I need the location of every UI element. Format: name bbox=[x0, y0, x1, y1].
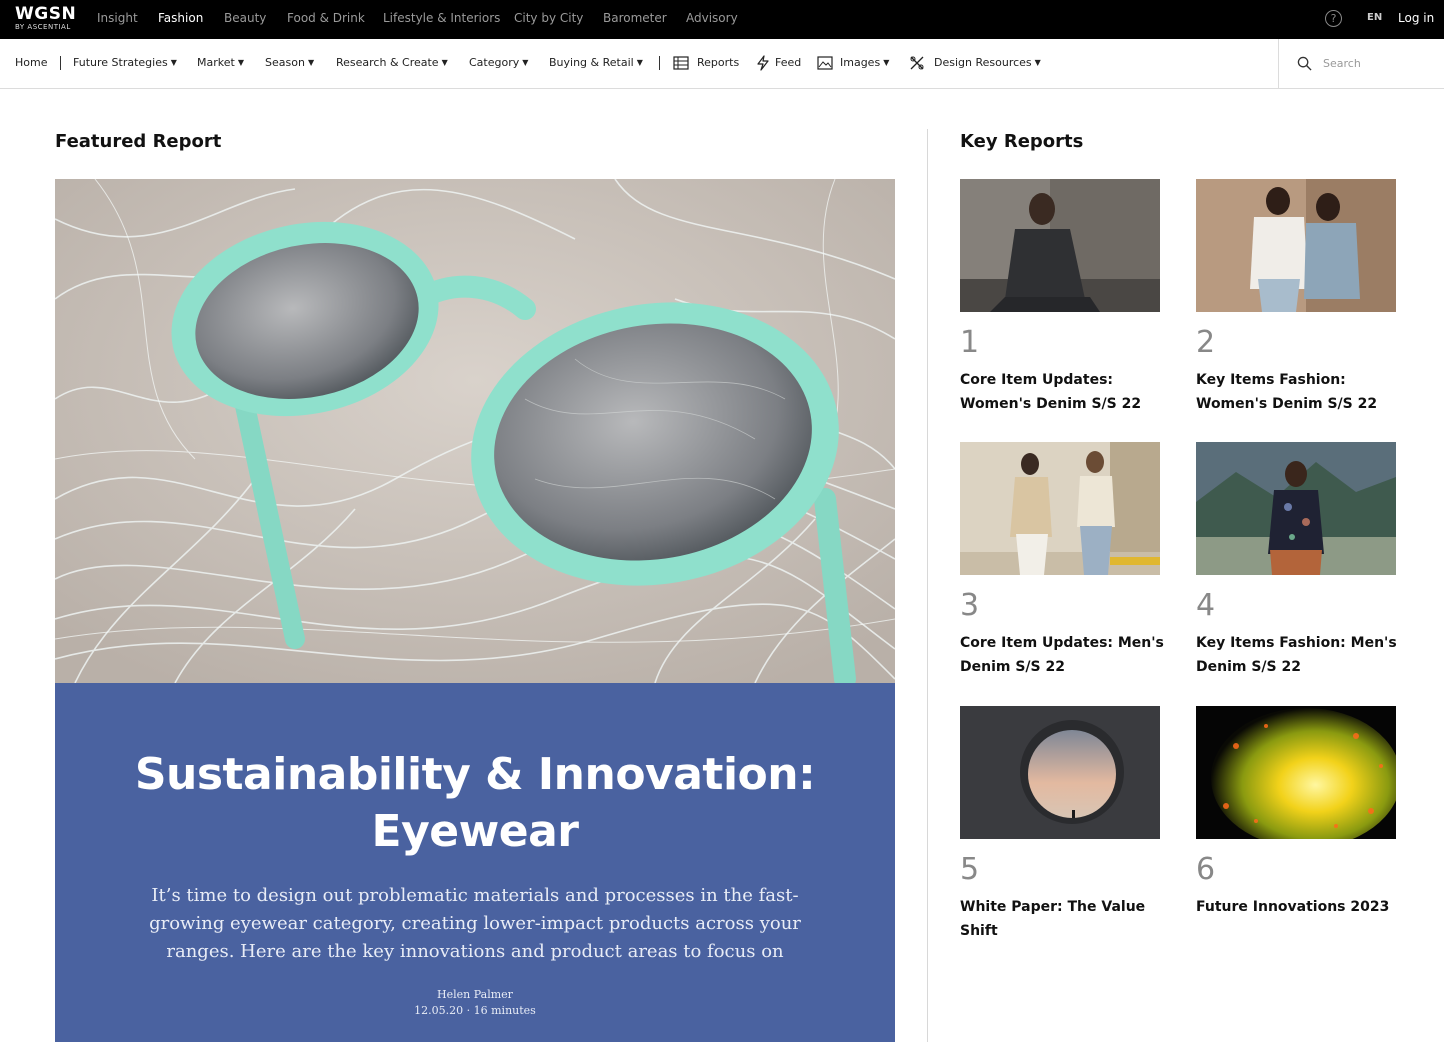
caret-down-icon: ▼ bbox=[883, 58, 890, 67]
login-link[interactable]: Log in bbox=[1398, 11, 1434, 25]
help-icon[interactable]: ? bbox=[1325, 10, 1342, 27]
key-report-card[interactable]: 2 Key Items Fashion: Women's Denim S/S 2… bbox=[1196, 179, 1396, 419]
key-report-thumbnail[interactable] bbox=[960, 706, 1160, 839]
subnav-feed[interactable]: Feed bbox=[775, 56, 801, 69]
featured-report-image[interactable] bbox=[55, 179, 895, 683]
design-tools-icon bbox=[910, 56, 924, 70]
key-report-rank: 3 bbox=[960, 588, 980, 623]
search-box bbox=[1278, 39, 1444, 88]
key-report-rank: 1 bbox=[960, 325, 980, 360]
wgsn-logo[interactable]: WGSN BY ASCENTIAL bbox=[15, 4, 85, 34]
featured-report-description: It’s time to design out problematic mate… bbox=[149, 885, 801, 962]
featured-report-panel[interactable]: Sustainability & Innovation: Eyewear It’… bbox=[55, 683, 895, 1042]
key-report-title[interactable]: White Paper: The Value Shift bbox=[960, 895, 1170, 943]
topnav-barometer[interactable]: Barometer bbox=[603, 11, 667, 25]
key-report-title[interactable]: Key Items Fashion: Men's Denim S/S 22 bbox=[1196, 631, 1406, 679]
logo-subtext: BY ASCENTIAL bbox=[15, 23, 71, 31]
search-input[interactable] bbox=[1323, 53, 1433, 73]
key-report-thumbnail[interactable] bbox=[1196, 706, 1396, 839]
key-report-title[interactable]: Core Item Updates: Men's Denim S/S 22 bbox=[960, 631, 1170, 679]
reports-icon bbox=[673, 56, 689, 70]
key-report-title[interactable]: Core Item Updates: Women's Denim S/S 22 bbox=[960, 368, 1170, 416]
topnav-insight[interactable]: Insight bbox=[97, 11, 138, 25]
caret-down-icon: ▼ bbox=[170, 58, 177, 67]
subnav-category[interactable]: Category ▼ bbox=[469, 56, 528, 69]
key-report-card[interactable]: 3 Core Item Updates: Men's Denim S/S 22 bbox=[960, 442, 1164, 682]
key-report-rank: 5 bbox=[960, 852, 980, 887]
key-report-card[interactable]: 6 Future Innovations 2023 bbox=[1196, 706, 1396, 946]
images-icon bbox=[817, 56, 833, 70]
key-report-rank: 4 bbox=[1196, 588, 1216, 623]
key-report-thumbnail[interactable] bbox=[960, 442, 1160, 575]
logo-text: WGSN bbox=[15, 4, 77, 24]
key-report-thumbnail[interactable] bbox=[1196, 179, 1396, 312]
key-report-title[interactable]: Key Items Fashion: Women's Denim S/S 22 bbox=[1196, 368, 1406, 416]
featured-report-title[interactable]: Sustainability & Innovation: Eyewear bbox=[115, 746, 835, 860]
featured-report-author: Helen Palmer bbox=[437, 988, 513, 1001]
key-report-card[interactable]: 5 White Paper: The Value Shift bbox=[960, 706, 1160, 946]
top-bar: WGSN BY ASCENTIAL Insight Fashion Beauty… bbox=[0, 0, 1444, 39]
subnav-season[interactable]: Season ▼ bbox=[265, 56, 314, 69]
key-report-thumbnail[interactable] bbox=[960, 179, 1160, 312]
sunglasses-illustration bbox=[55, 179, 895, 683]
column-divider bbox=[927, 129, 928, 1042]
key-report-card[interactable]: 1 Core Item Updates: Women's Denim S/S 2… bbox=[960, 179, 1160, 419]
caret-down-icon: ▼ bbox=[522, 58, 529, 67]
featured-report-meta: 12.05.20 · 16 minutes bbox=[414, 1004, 536, 1017]
subnav-market[interactable]: Market ▼ bbox=[197, 56, 244, 69]
secondary-nav: Home Future Strategies ▼ Market ▼ Season ▼ … bbox=[0, 39, 1444, 89]
topnav-advisory[interactable]: Advisory bbox=[686, 11, 738, 25]
nav-separator bbox=[60, 56, 61, 70]
caret-down-icon: ▼ bbox=[636, 58, 643, 67]
topnav-lifestyle-interiors[interactable]: Lifestyle & Interiors bbox=[383, 11, 500, 25]
key-reports-heading: Key Reports bbox=[960, 131, 1084, 152]
caret-down-icon: ▼ bbox=[441, 58, 448, 67]
key-report-thumbnail[interactable] bbox=[1196, 442, 1396, 575]
topnav-food-drink[interactable]: Food & Drink bbox=[287, 11, 365, 25]
subnav-images[interactable]: Images ▼ bbox=[840, 56, 889, 69]
search-icon[interactable] bbox=[1297, 56, 1312, 71]
subnav-design-resources[interactable]: Design Resources ▼ bbox=[934, 56, 1041, 69]
caret-down-icon: ▼ bbox=[237, 58, 244, 67]
caret-down-icon: ▼ bbox=[307, 58, 315, 67]
caret-down-icon: ▼ bbox=[1034, 58, 1041, 67]
key-report-rank: 2 bbox=[1196, 325, 1216, 360]
topnav-fashion[interactable]: Fashion bbox=[158, 11, 203, 25]
key-report-card[interactable]: 4 Key Items Fashion: Men's Denim S/S 22 bbox=[1196, 442, 1397, 682]
lightning-icon bbox=[757, 55, 769, 71]
key-report-title[interactable]: Future Innovations 2023 bbox=[1196, 895, 1406, 919]
subnav-research-create[interactable]: Research & Create ▼ bbox=[336, 56, 448, 69]
topnav-beauty[interactable]: Beauty bbox=[224, 11, 266, 25]
subnav-future-strategies[interactable]: Future Strategies ▼ bbox=[73, 56, 177, 69]
subnav-reports[interactable]: Reports bbox=[697, 56, 739, 69]
subnav-buying-retail[interactable]: Buying & Retail ▼ bbox=[549, 56, 643, 69]
key-report-rank: 6 bbox=[1196, 852, 1216, 887]
subnav-home[interactable]: Home bbox=[15, 56, 47, 69]
topnav-city-by-city[interactable]: City by City bbox=[514, 11, 583, 25]
featured-report-heading: Featured Report bbox=[55, 131, 222, 152]
nav-separator bbox=[659, 56, 660, 70]
language-selector[interactable]: EN bbox=[1367, 12, 1382, 23]
